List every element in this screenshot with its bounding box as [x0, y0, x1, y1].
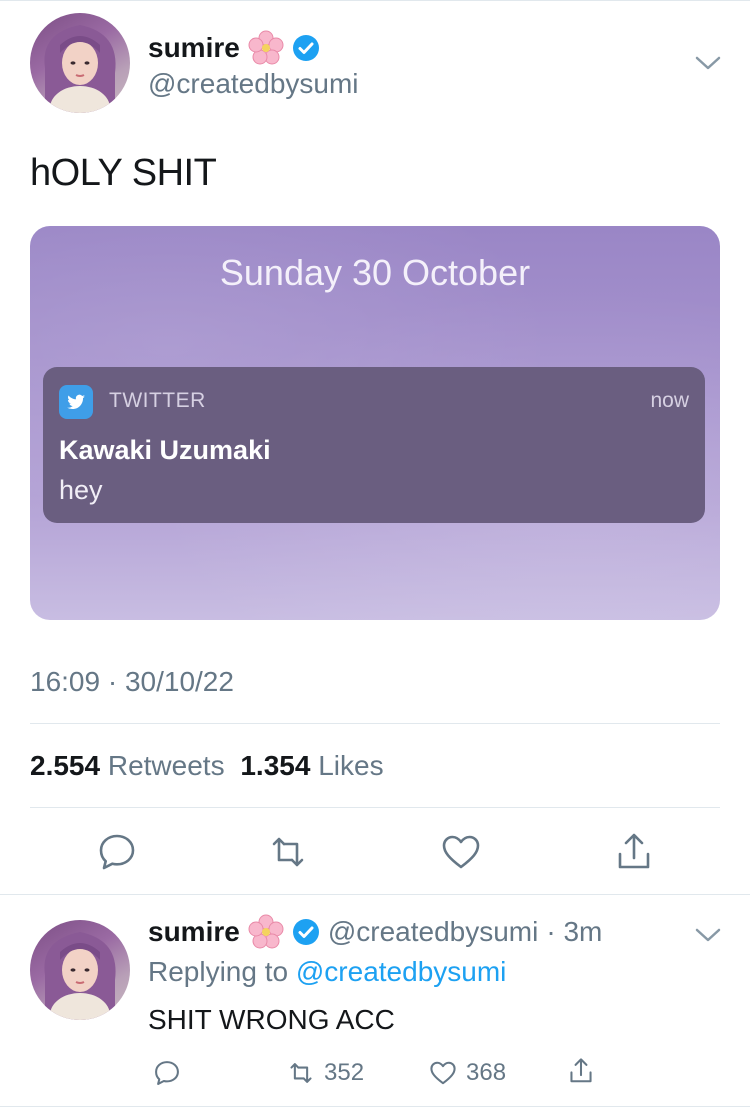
reply-bubble-icon [155, 1061, 179, 1085]
tweet-text: hOLY SHIT [30, 152, 217, 194]
verified-badge-icon [292, 918, 320, 946]
notification-card: TWITTER now Kawaki Uzumaki hey [43, 367, 705, 523]
retweet-button[interactable] [266, 830, 310, 879]
divider [30, 807, 720, 808]
notification-title: Kawaki Uzumaki [59, 435, 271, 465]
cherry-blossom-icon [248, 30, 284, 66]
reply-retweet-count: 352 [324, 1059, 365, 1086]
reply-avatar[interactable] [30, 920, 130, 1020]
reply-bubble-icon [99, 834, 135, 870]
divider [0, 894, 750, 895]
share-button[interactable] [612, 830, 656, 879]
reply-author-row: sumire @createdbysumi · 3m [148, 914, 602, 950]
replying-handle-link[interactable]: @createdbysumi [296, 956, 507, 987]
reply-reply-button[interactable] [152, 1058, 182, 1088]
like-button[interactable] [439, 830, 483, 879]
cherry-blossom-icon [248, 914, 284, 950]
reply-text: SHIT WRONG ACC [148, 1004, 395, 1035]
reply-like-button[interactable]: 368 [428, 1058, 506, 1088]
author-handle[interactable]: @createdbysumi [148, 68, 359, 100]
reply-share-button[interactable] [566, 1056, 596, 1086]
divider [30, 723, 720, 724]
notification-time: now [650, 389, 689, 412]
tweet-timestamp[interactable]: 16:09 · 30/10/22 [30, 666, 234, 698]
divider [0, 1106, 750, 1107]
share-icon [618, 833, 650, 869]
retweets-count[interactable]: 2.554 [30, 750, 100, 781]
heart-icon [430, 1061, 456, 1085]
likes-label[interactable]: Likes [318, 750, 383, 781]
lockscreen-date: Sunday 30 October [219, 252, 531, 293]
author-name[interactable]: sumire [148, 32, 240, 64]
reply-button[interactable] [95, 830, 139, 879]
author-row: sumire [148, 30, 320, 66]
twitter-bird-icon [59, 385, 93, 419]
retweets-label[interactable]: Retweets [108, 750, 225, 781]
retweet-icon [290, 1063, 312, 1083]
avatar[interactable] [30, 13, 130, 113]
reply-author-handle[interactable]: @createdbysumi [328, 916, 539, 948]
replying-prefix: Replying to [148, 956, 289, 987]
share-icon [570, 1058, 592, 1083]
notification-body: hey [59, 475, 103, 505]
reply-time: · 3m [546, 916, 603, 947]
chevron-down-icon[interactable] [694, 54, 722, 77]
heart-icon [442, 835, 480, 869]
retweet-icon [272, 837, 304, 867]
notification-app-name: TWITTER [109, 389, 206, 412]
reply-retweet-button[interactable]: 352 [286, 1058, 364, 1088]
top-divider [0, 0, 750, 1]
reply-like-count: 368 [466, 1059, 507, 1086]
verified-badge-icon [292, 34, 320, 62]
likes-count[interactable]: 1.354 [240, 750, 310, 781]
reply-author-name[interactable]: sumire [148, 916, 240, 948]
replying-to: Replying to @createdbysumi [148, 956, 506, 988]
tweet-media[interactable]: Sunday 30 October TWITTER now Kawaki Uzu… [30, 226, 720, 620]
chevron-down-icon[interactable] [694, 926, 722, 949]
engagement-stats: 2.554 Retweets 1.354 Likes [30, 750, 384, 782]
